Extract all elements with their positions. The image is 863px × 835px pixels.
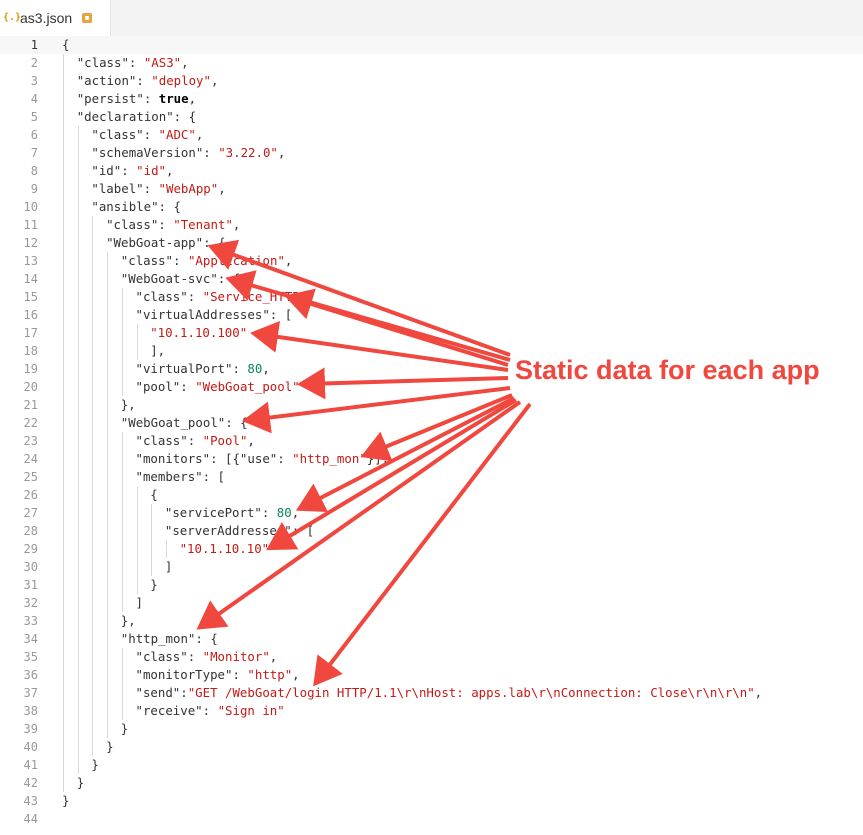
annotation-arrow bbox=[295, 396, 515, 513]
annotation-arrow bbox=[297, 367, 509, 400]
annotation-arrows bbox=[196, 239, 532, 687]
annotation-arrow bbox=[225, 270, 511, 362]
annotation-arrow bbox=[242, 386, 511, 434]
annotation-arrow bbox=[266, 398, 518, 551]
annotation-arrow bbox=[207, 239, 511, 357]
annotation-arrow bbox=[196, 400, 522, 630]
